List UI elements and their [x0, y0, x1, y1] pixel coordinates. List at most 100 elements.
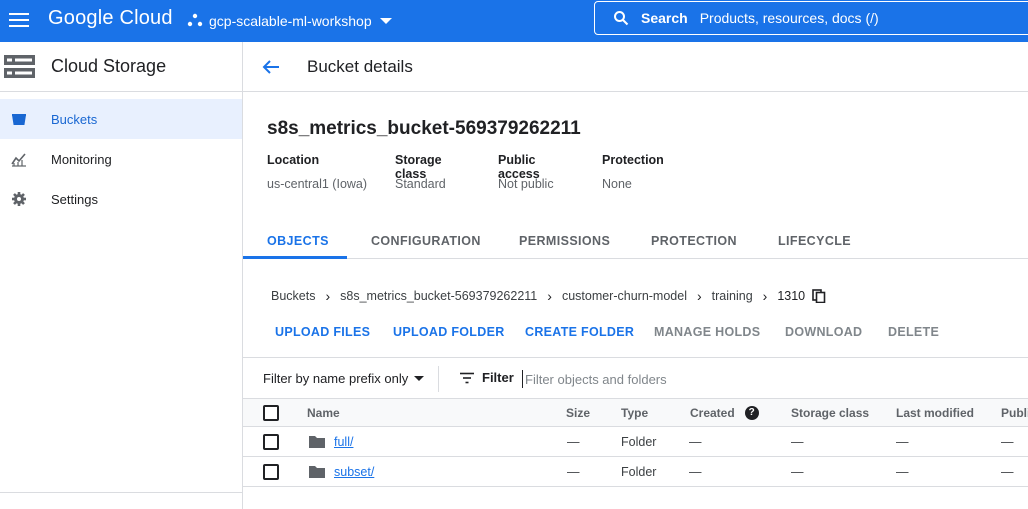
- delete-button[interactable]: DELETE: [888, 325, 939, 339]
- search-label: Search: [641, 10, 688, 26]
- property-value: us-central1 (Iowa): [267, 177, 368, 191]
- gear-icon: [12, 192, 26, 206]
- row-checkbox[interactable]: [263, 463, 279, 480]
- tab-protection[interactable]: PROTECTION: [651, 234, 737, 248]
- sidebar-item-monitoring[interactable]: Monitoring: [0, 139, 242, 179]
- filter-bar: Filter by name prefix only Filter: [243, 357, 1028, 399]
- size-cell: —: [567, 434, 580, 449]
- row-select-cell: [263, 457, 279, 486]
- prefix-filter-label: Filter by name prefix only: [263, 371, 409, 386]
- folder-icon: [309, 466, 325, 478]
- bucket-icon: [12, 114, 26, 125]
- size-cell: —: [567, 464, 580, 479]
- manage-holds-button[interactable]: MANAGE HOLDS: [654, 325, 760, 339]
- filter-button[interactable]: Filter: [460, 370, 514, 385]
- page-header: Bucket details: [243, 42, 1028, 92]
- cloud-storage-icon: [4, 54, 35, 78]
- tab-bar: OBJECTS CONFIGURATION PERMISSIONS PROTEC…: [243, 225, 1028, 259]
- column-header-created[interactable]: Created ?: [690, 399, 759, 426]
- breadcrumb-folder[interactable]: training: [712, 289, 753, 303]
- tab-objects[interactable]: OBJECTS: [267, 234, 329, 248]
- folder-link[interactable]: subset/: [334, 465, 374, 479]
- column-header-size[interactable]: Size: [566, 399, 590, 426]
- property-protection: Protection None: [602, 153, 664, 191]
- folder-icon: [309, 436, 325, 448]
- breadcrumb-buckets[interactable]: Buckets: [271, 289, 315, 303]
- help-icon[interactable]: ?: [744, 405, 759, 420]
- sidebar-title: Cloud Storage: [51, 56, 167, 76]
- select-all-cell: [263, 399, 279, 426]
- column-header-type[interactable]: Type: [621, 399, 648, 426]
- breadcrumb-current: 1310: [777, 289, 806, 303]
- tab-lifecycle[interactable]: LIFECYCLE: [778, 234, 851, 248]
- google-cloud-logo[interactable]: Google Cloud: [48, 7, 173, 30]
- upload-folder-button[interactable]: UPLOAD FOLDER: [393, 325, 505, 339]
- name-cell: subset/: [309, 457, 374, 486]
- tab-configuration[interactable]: CONFIGURATION: [371, 234, 481, 248]
- project-name: gcp-scalable-ml-workshop: [209, 13, 372, 29]
- sidebar-divider: [0, 492, 242, 493]
- storage-class-cell: —: [791, 464, 804, 479]
- table-header: Name Size Type Created ? Storage class L…: [243, 399, 1028, 427]
- public-cell: —: [1001, 464, 1014, 479]
- chevron-right-icon: ›: [696, 288, 702, 304]
- select-all-checkbox[interactable]: [263, 404, 279, 421]
- create-folder-button[interactable]: CREATE FOLDER: [525, 325, 634, 339]
- divider: [438, 366, 439, 392]
- last-modified-cell: —: [896, 434, 909, 449]
- prefix-filter-dropdown[interactable]: Filter by name prefix only: [263, 371, 425, 386]
- property-label: Storage class: [395, 153, 442, 181]
- name-cell: full/: [309, 427, 353, 456]
- upload-files-button[interactable]: UPLOAD FILES: [275, 325, 370, 339]
- menu-icon[interactable]: [9, 10, 29, 28]
- created-cell: —: [689, 464, 702, 479]
- copy-icon[interactable]: [812, 289, 826, 303]
- bucket-properties: Location us-central1 (Iowa) Storage clas…: [267, 153, 688, 191]
- project-selector[interactable]: gcp-scalable-ml-workshop: [187, 11, 392, 31]
- search-box[interactable]: Search Products, resources, docs (/): [594, 1, 1028, 35]
- page-title: Bucket details: [307, 56, 413, 76]
- property-location: Location us-central1 (Iowa): [267, 153, 371, 191]
- chevron-down-icon: [414, 376, 425, 381]
- type-cell: Folder: [621, 434, 657, 449]
- filter-input[interactable]: [522, 370, 822, 388]
- top-bar: Google Cloud gcp-scalable-ml-workshop Se…: [0, 0, 1028, 42]
- search-placeholder: Products, resources, docs (/): [699, 10, 879, 26]
- column-header-storage-class[interactable]: Storage class: [791, 399, 869, 426]
- type-cell: Folder: [621, 464, 657, 479]
- sidebar-item-buckets[interactable]: Buckets: [0, 99, 242, 139]
- column-header-created-label: Created: [690, 405, 735, 420]
- chevron-right-icon: ›: [547, 288, 552, 304]
- breadcrumb-folder[interactable]: customer-churn-model: [562, 289, 687, 303]
- table-row: full/ — Folder — — — —: [243, 427, 1028, 457]
- created-cell: —: [689, 434, 702, 449]
- column-header-last-modified[interactable]: Last modified: [896, 399, 974, 426]
- sidebar: Cloud Storage Buckets Monitoring Setting…: [0, 42, 243, 509]
- last-modified-cell: —: [896, 464, 909, 479]
- column-header-public[interactable]: Publi: [1001, 399, 1028, 426]
- chevron-right-icon: ›: [325, 288, 331, 304]
- storage-class-cell: —: [791, 434, 804, 449]
- filter-icon: [460, 372, 474, 383]
- row-checkbox[interactable]: [263, 433, 279, 450]
- download-button[interactable]: DOWNLOAD: [785, 325, 862, 339]
- property-storage-class: Storage class Standard: [395, 153, 474, 191]
- breadcrumb-bucket[interactable]: s8s_metrics_bucket-569379262211: [340, 289, 537, 303]
- public-cell: —: [1001, 434, 1014, 449]
- tab-permissions[interactable]: PERMISSIONS: [519, 234, 610, 248]
- sidebar-header: Cloud Storage: [0, 42, 242, 92]
- column-header-name[interactable]: Name: [307, 399, 340, 426]
- property-value: Standard: [395, 177, 446, 191]
- property-label: Location: [267, 153, 320, 167]
- monitoring-icon: [11, 153, 26, 167]
- row-select-cell: [263, 427, 279, 456]
- bucket-name: s8s_metrics_bucket-569379262211: [267, 118, 581, 139]
- back-arrow-icon[interactable]: [261, 57, 281, 77]
- project-icon: [187, 13, 203, 27]
- sidebar-item-label: Buckets: [51, 111, 98, 127]
- folder-link[interactable]: full/: [334, 435, 353, 449]
- table-row: subset/ — Folder — — — —: [243, 457, 1028, 487]
- sidebar-item-settings[interactable]: Settings: [0, 179, 242, 219]
- property-public-access: Public access Not public: [498, 153, 578, 191]
- property-value: None: [602, 177, 632, 191]
